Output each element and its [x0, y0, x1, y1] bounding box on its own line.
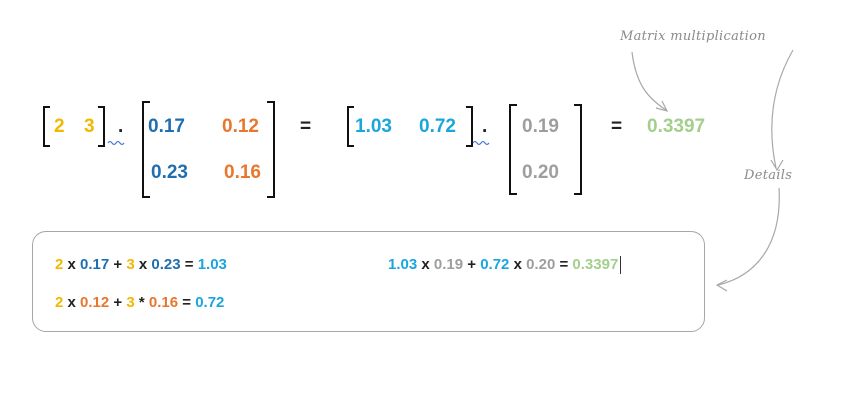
arrow-to-details [771, 49, 794, 169]
d3-plus: + [467, 256, 477, 273]
d3-b: 0.19 [433, 256, 464, 273]
arrow-to-result [631, 51, 667, 111]
m2-left-bracket [509, 104, 517, 195]
arrow-head-box [715, 279, 728, 292]
squiggle-1 [107, 140, 125, 146]
final-result: 0.3397 [647, 116, 706, 137]
d3-eq: = [559, 256, 569, 273]
d2-x2: * [138, 294, 145, 311]
d3-x1: x [421, 256, 430, 273]
d2-eq: = [182, 294, 192, 311]
v1-value-1: 2 [54, 116, 65, 137]
detail-line-3: 1.03 x 0.19 + 0.72 x 0.20 = 0.3397 [388, 256, 622, 275]
d2-d: 0.16 [148, 294, 179, 311]
d1-b: 0.17 [80, 256, 110, 273]
squiggle-2 [472, 140, 490, 146]
m1-cell-r1c1: 0.17 [148, 116, 185, 137]
d1-a: 2 [55, 256, 64, 273]
details-box: 2 x 0.17 + 3 x 0.23 = 1.03 2 x 0.12 + 3 … [32, 231, 705, 332]
diagram-lines [43, 49, 794, 292]
d2-c: 3 [126, 294, 135, 311]
v1-value-2: 3 [84, 116, 95, 137]
annotation-details: Details [744, 168, 793, 183]
d1-plus: + [113, 256, 123, 273]
d2-a: 2 [55, 294, 64, 311]
d1-d: 0.23 [151, 256, 181, 273]
d3-x2: x [513, 256, 522, 273]
d1-eq: = [184, 256, 194, 273]
d1-r: 1.03 [197, 256, 227, 273]
d1-x1: x [67, 256, 76, 273]
v2-left-bracket [347, 106, 354, 147]
m2-cell-r1: 0.19 [522, 116, 559, 137]
equals-sign-2: = [611, 116, 623, 137]
v2-right-bracket [466, 106, 473, 147]
d2-plus: + [113, 294, 123, 311]
m2-cell-r2: 0.20 [522, 162, 559, 183]
m2-right-bracket [574, 104, 582, 195]
d1-x2: x [138, 256, 148, 273]
d2-r: 0.72 [195, 294, 225, 311]
text-cursor [620, 256, 622, 275]
dot-operator-1: . [118, 116, 124, 137]
detail-line-1: 2 x 0.17 + 3 x 0.23 = 1.03 [55, 256, 227, 273]
m1-cell-r2c2: 0.16 [224, 162, 261, 183]
dot-operator-2: . [482, 116, 488, 137]
d3-d: 0.20 [526, 256, 556, 273]
d3-a: 1.03 [388, 256, 418, 273]
v2-value-2: 0.72 [419, 116, 456, 137]
m1-right-bracket [267, 101, 275, 198]
v2-value-1: 1.03 [355, 116, 392, 137]
d3-r: 0.3397 [572, 256, 619, 273]
annotation-matrix-multiplication: Matrix multiplication [620, 29, 766, 44]
equals-sign-1: = [300, 116, 312, 137]
v1-left-bracket [43, 106, 50, 147]
d2-b: 0.12 [80, 294, 110, 311]
d2-x1: x [67, 294, 76, 311]
d3-c: 0.72 [480, 256, 510, 273]
detail-line-2: 2 x 0.12 + 3 * 0.16 = 0.72 [55, 294, 224, 311]
v1-right-bracket [98, 106, 105, 147]
m1-cell-r2c1: 0.23 [151, 162, 188, 183]
d1-c: 3 [126, 256, 135, 273]
arrow-to-box [717, 187, 780, 286]
m1-cell-r1c2: 0.12 [222, 116, 259, 137]
